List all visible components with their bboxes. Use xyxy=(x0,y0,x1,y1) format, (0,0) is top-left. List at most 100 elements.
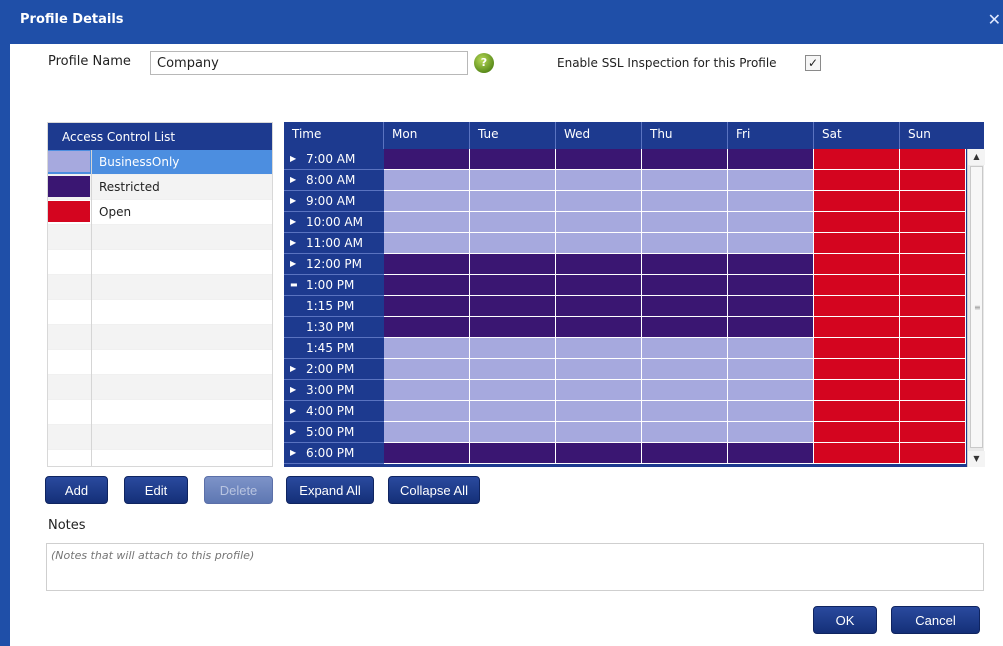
schedule-cell[interactable] xyxy=(470,359,556,380)
schedule-cell[interactable] xyxy=(900,254,966,275)
schedule-cell[interactable] xyxy=(814,191,900,212)
schedule-cell[interactable] xyxy=(556,170,642,191)
schedule-cell[interactable] xyxy=(642,359,728,380)
expand-toggle-icon[interactable]: ▶ xyxy=(290,448,296,457)
schedule-cell[interactable] xyxy=(384,317,470,338)
schedule-cell[interactable] xyxy=(470,254,556,275)
time-cell[interactable]: ▬ 1:00 PM xyxy=(284,275,384,296)
schedule-cell[interactable] xyxy=(470,149,556,170)
expand-toggle-icon[interactable]: ▶ xyxy=(290,196,296,205)
schedule-cell[interactable] xyxy=(814,401,900,422)
expand-toggle-icon[interactable]: ▶ xyxy=(290,427,296,436)
schedule-cell[interactable] xyxy=(470,296,556,317)
schedule-cell[interactable] xyxy=(642,380,728,401)
schedule-scrollbar[interactable]: ▲ ≡ ▼ xyxy=(967,149,985,467)
schedule-cell[interactable] xyxy=(900,443,966,464)
schedule-cell[interactable] xyxy=(556,443,642,464)
profile-name-input[interactable] xyxy=(150,51,468,75)
scroll-down-icon[interactable]: ▼ xyxy=(968,451,985,467)
schedule-cell[interactable] xyxy=(900,212,966,233)
schedule-cell[interactable] xyxy=(556,233,642,254)
schedule-cell[interactable] xyxy=(814,212,900,233)
schedule-cell[interactable] xyxy=(728,233,814,254)
schedule-cell[interactable] xyxy=(384,149,470,170)
schedule-cell[interactable] xyxy=(384,191,470,212)
schedule-cell[interactable] xyxy=(470,443,556,464)
expand-toggle-icon[interactable]: ▶ xyxy=(290,364,296,373)
schedule-cell[interactable] xyxy=(556,191,642,212)
expand-toggle-icon[interactable]: ▶ xyxy=(290,238,296,247)
schedule-cell[interactable] xyxy=(470,191,556,212)
time-cell[interactable]: ▶ 2:00 PM xyxy=(284,359,384,380)
schedule-cell[interactable] xyxy=(384,170,470,191)
time-cell[interactable]: ▶ 4:00 PM xyxy=(284,401,384,422)
schedule-cell[interactable] xyxy=(814,443,900,464)
schedule-cell[interactable] xyxy=(384,338,470,359)
schedule-cell[interactable] xyxy=(900,170,966,191)
schedule-cell[interactable] xyxy=(556,359,642,380)
edit-button[interactable]: Edit xyxy=(124,476,188,504)
schedule-cell[interactable] xyxy=(556,149,642,170)
schedule-cell[interactable] xyxy=(556,212,642,233)
schedule-cell[interactable] xyxy=(556,338,642,359)
schedule-cell[interactable] xyxy=(728,170,814,191)
acl-item-restricted[interactable]: Restricted xyxy=(48,175,272,200)
schedule-cell[interactable] xyxy=(900,338,966,359)
schedule-cell[interactable] xyxy=(470,212,556,233)
schedule-cell[interactable] xyxy=(470,233,556,254)
collapse-all-button[interactable]: Collapse All xyxy=(388,476,480,504)
notes-field[interactable] xyxy=(46,543,984,591)
collapse-toggle-icon[interactable]: ▬ xyxy=(290,280,298,289)
schedule-cell[interactable] xyxy=(814,380,900,401)
schedule-cell[interactable] xyxy=(642,170,728,191)
schedule-cell[interactable] xyxy=(470,275,556,296)
scroll-up-icon[interactable]: ▲ xyxy=(968,149,985,165)
schedule-cell[interactable] xyxy=(642,149,728,170)
schedule-cell[interactable] xyxy=(556,254,642,275)
schedule-cell[interactable] xyxy=(384,359,470,380)
schedule-cell[interactable] xyxy=(728,359,814,380)
schedule-cell[interactable] xyxy=(384,296,470,317)
schedule-cell[interactable] xyxy=(900,149,966,170)
schedule-cell[interactable] xyxy=(642,422,728,443)
schedule-cell[interactable] xyxy=(814,275,900,296)
schedule-cell[interactable] xyxy=(900,296,966,317)
schedule-cell[interactable] xyxy=(814,233,900,254)
ok-button[interactable]: OK xyxy=(813,606,877,634)
time-cell[interactable]: ▶ 3:00 PM xyxy=(284,380,384,401)
schedule-cell[interactable] xyxy=(470,380,556,401)
schedule-cell[interactable] xyxy=(814,338,900,359)
cancel-button[interactable]: Cancel xyxy=(891,606,980,634)
time-cell[interactable]: ▶ 12:00 PM xyxy=(284,254,384,275)
schedule-cell[interactable] xyxy=(642,338,728,359)
schedule-cell[interactable] xyxy=(728,401,814,422)
schedule-cell[interactable] xyxy=(642,443,728,464)
time-cell[interactable]: ▶ 5:00 PM xyxy=(284,422,384,443)
expand-toggle-icon[interactable]: ▶ xyxy=(290,217,296,226)
schedule-cell[interactable] xyxy=(470,338,556,359)
delete-button[interactable]: Delete xyxy=(204,476,273,504)
time-cell[interactable]: ▶ 11:00 AM xyxy=(284,233,384,254)
schedule-cell[interactable] xyxy=(642,254,728,275)
schedule-cell[interactable] xyxy=(728,212,814,233)
add-button[interactable]: Add xyxy=(45,476,108,504)
schedule-cell[interactable] xyxy=(900,233,966,254)
schedule-cell[interactable] xyxy=(556,401,642,422)
schedule-cell[interactable] xyxy=(384,254,470,275)
schedule-cell[interactable] xyxy=(470,317,556,338)
ssl-inspection-checkbox[interactable]: ✓ xyxy=(805,55,821,71)
schedule-cell[interactable] xyxy=(900,275,966,296)
schedule-cell[interactable] xyxy=(900,191,966,212)
schedule-cell[interactable] xyxy=(728,275,814,296)
schedule-cell[interactable] xyxy=(384,443,470,464)
close-icon[interactable]: ✕ xyxy=(988,10,1001,29)
schedule-cell[interactable] xyxy=(470,422,556,443)
schedule-cell[interactable] xyxy=(642,191,728,212)
time-cell[interactable]: ▶ 8:00 AM xyxy=(284,170,384,191)
scrollbar-thumb[interactable]: ≡ xyxy=(970,166,983,448)
schedule-cell[interactable] xyxy=(728,338,814,359)
acl-item-business-only[interactable]: BusinessOnly xyxy=(48,150,272,175)
expand-all-button[interactable]: Expand All xyxy=(286,476,374,504)
schedule-cell[interactable] xyxy=(814,170,900,191)
time-cell[interactable]: ▶ 7:00 AM xyxy=(284,149,384,170)
